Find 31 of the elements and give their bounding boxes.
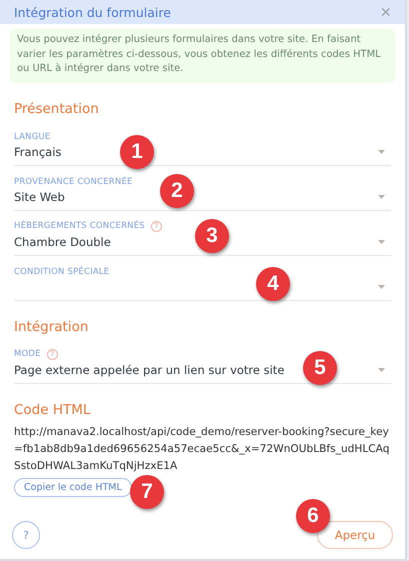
window-title: Intégration du formulaire	[14, 4, 171, 20]
select-value[interactable]: Français	[14, 145, 62, 159]
info-message: Vous pouvez intégrer plusieurs formulaires dans votre site. En faisant varier les paramètres ci-dessous, vous obtenez les différents codes HTML ou URL à intégrer dans votre site.	[10, 29, 395, 82]
number-badge: 6	[296, 499, 330, 533]
caret-icon	[378, 285, 385, 289]
field-label: HÉBERGEMENTS CONCERNÉS	[14, 221, 145, 231]
select-value[interactable]: Chambre Double	[14, 235, 111, 249]
code-text: http://manava2.localhost/api/code_demo/reserver-booking?secure_key=fb1ab8db9a1ded69656254a57ecae5cc&_x=72WnOUbLBfs_udHLCAqSstoDHWAL3amKuTqNjHzxE1A	[14, 424, 390, 474]
number-badge: 3	[195, 219, 229, 253]
close-button[interactable]: ×	[380, 3, 391, 21]
field-label: MODE	[14, 349, 41, 359]
number-badge: 1	[120, 135, 154, 169]
field-label: PROVENANCE CONCERNÉE	[14, 176, 133, 186]
section-title: Présentation	[14, 100, 100, 116]
copy-button[interactable]: Copier le code HTML	[14, 478, 132, 496]
field-label: LANGUE	[14, 132, 50, 142]
caret-icon	[378, 240, 385, 244]
section-title: Code HTML	[14, 402, 92, 418]
caret-icon	[378, 195, 385, 199]
field-label: CONDITION SPÉCIALE	[14, 266, 110, 276]
preview-button[interactable]: Aperçu	[317, 521, 393, 549]
section-title: Intégration	[14, 318, 90, 334]
number-badge: 4	[256, 267, 290, 301]
select-value[interactable]: Site Web	[14, 190, 65, 204]
number-badge: 5	[303, 351, 337, 385]
caret-icon	[378, 150, 385, 154]
help-button[interactable]: ?	[12, 521, 40, 549]
caret-icon	[378, 368, 385, 372]
select-value[interactable]: Page externe appelée par un lien sur votre site	[14, 363, 284, 377]
number-badge: 7	[130, 475, 164, 509]
number-badge: 2	[160, 174, 194, 208]
